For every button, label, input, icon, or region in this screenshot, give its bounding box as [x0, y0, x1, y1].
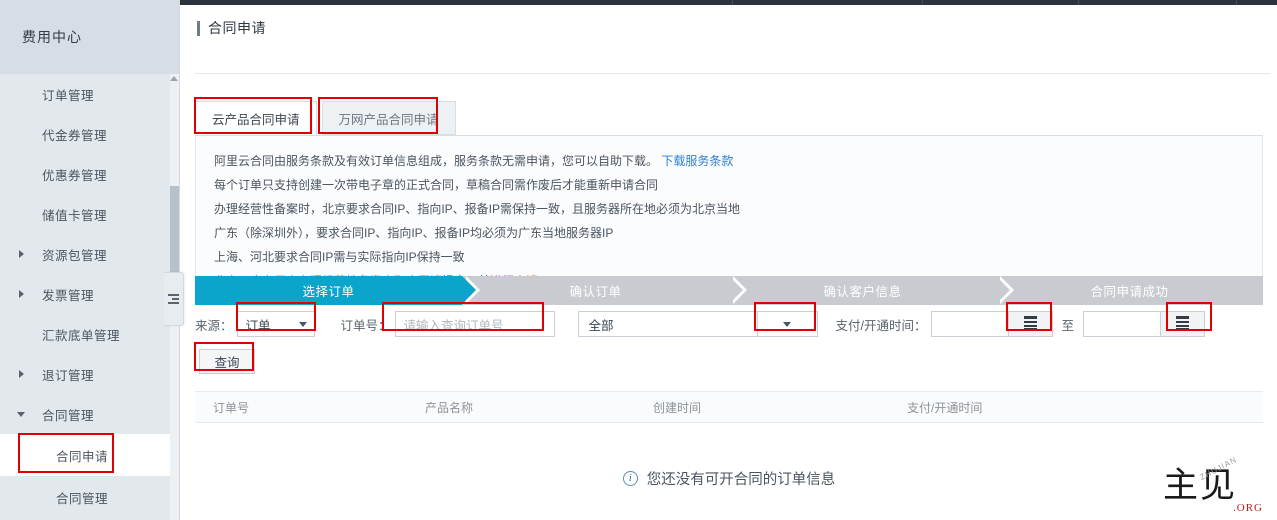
caret-right-icon: [14, 247, 28, 261]
page-title: 合同申请: [208, 20, 266, 36]
sidebar-item-label: 资源包管理: [42, 248, 108, 263]
tab-0[interactable]: 云产品合同申请: [195, 101, 317, 135]
orders-table: 订单号 产品名称 创建时间 支付/开通时间 i 您还没有可开合同的订单信息: [195, 391, 1263, 520]
time-start-input[interactable]: [930, 311, 1009, 337]
status-select-value: 全部: [588, 318, 614, 333]
notice-line-4: 广东（除深圳外），要求合同IP、指向IP、报备IP均必须为广东当地服务器IP: [214, 226, 614, 240]
status-select[interactable]: 全部: [577, 311, 758, 337]
caret-right-icon: [14, 287, 28, 301]
step-3: 合同申请成功: [996, 276, 1263, 305]
order-no-input[interactable]: 请输入查询订单号: [394, 311, 555, 337]
table-column-header: 支付/开通时间: [907, 400, 983, 415]
chevron-down-icon: [298, 321, 307, 327]
sidebar-item-0[interactable]: 订单管理: [0, 74, 179, 114]
sidebar-item-label: 合同管理: [42, 408, 95, 423]
sidebar-item-label: 订单管理: [42, 88, 95, 103]
table-empty-state: i 您还没有可开合同的订单信息: [195, 423, 1263, 520]
sidebar-item-7[interactable]: 退订管理: [0, 354, 179, 394]
collapse-icon: [168, 292, 179, 306]
title-divider: [195, 73, 1277, 74]
sidebar-item-3[interactable]: 储值卡管理: [0, 194, 179, 234]
sidebar-item-2[interactable]: 优惠券管理: [0, 154, 179, 194]
table-column-header: 创建时间: [653, 400, 702, 415]
calendar-icon: [1176, 316, 1190, 332]
notice-line-3: 办理经营性备案时，北京要求合同IP、指向IP、报备IP需保持一致，且服务器所在地…: [214, 202, 741, 216]
sidebar-item-label: 合同管理: [56, 491, 109, 506]
table-column-header: 订单号: [213, 400, 250, 415]
scroll-up-arrow-icon[interactable]: [170, 76, 178, 81]
notice-line-1-text: 阿里云合同由服务条款及有效订单信息组成，服务条款无需申请，您可以自助下载。: [214, 154, 659, 168]
caret-right-icon: [14, 367, 28, 381]
order-no-label: 订单号：: [340, 318, 391, 333]
sidebar-item-9[interactable]: 合同申请: [0, 434, 179, 476]
filter-bar: 来源： 订单 订单号： 请输入查询订单号 全部 支付/开通时间： 至: [195, 306, 1269, 342]
step-0: 选择订单: [195, 276, 480, 305]
page-title-row: 合同申请: [181, 5, 1277, 51]
title-accent-bar: [197, 20, 200, 36]
sidebar-item-label: 发票管理: [42, 288, 95, 303]
time-start-calendar-icon[interactable]: [1008, 311, 1053, 337]
sidebar-item-6[interactable]: 汇款底单管理: [0, 314, 179, 354]
sidebar-item-label: 储值卡管理: [42, 208, 108, 223]
notice-line-5: 上海、河北要求合同IP需与实际指向IP保持一致: [214, 250, 465, 264]
sidebar-collapse-handle[interactable]: [164, 272, 184, 326]
time-end-input[interactable]: [1083, 311, 1162, 337]
source-select[interactable]: 订单: [236, 311, 315, 337]
step-label: 选择订单: [302, 285, 355, 299]
sidebar-item-label: 汇款底单管理: [42, 328, 121, 343]
right-edge-strip: [1270, 10, 1277, 520]
sidebar-item-5[interactable]: 发票管理: [0, 274, 179, 314]
sidebar-item-8[interactable]: 合同管理: [0, 394, 179, 434]
empty-state-message: 您还没有可开合同的订单信息: [646, 471, 836, 488]
notice-line-2: 每个订单只支持创建一次带电子章的正式合同，草稿合同需作废后才能重新申请合同: [214, 178, 659, 192]
watermark: 主见 ZHUJIAN .ORG: [1161, 455, 1265, 516]
download-terms-link[interactable]: 下载服务条款: [661, 154, 733, 168]
calendar-icon: [1023, 316, 1037, 332]
step-label: 确认订单: [569, 285, 622, 299]
sidebar-item-10[interactable]: 合同管理: [0, 476, 179, 518]
sidebar-item-label: 退订管理: [42, 368, 95, 383]
page-root: 费用中心 订单管理代金券管理优惠券管理储值卡管理资源包管理发票管理汇款底单管理退…: [0, 0, 1277, 520]
query-button[interactable]: 查询: [199, 349, 255, 374]
sidebar: 费用中心 订单管理代金券管理优惠券管理储值卡管理资源包管理发票管理汇款底单管理退…: [0, 0, 180, 520]
tab-1[interactable]: 万网产品合同申请: [321, 101, 456, 135]
sidebar-nav: 订单管理代金券管理优惠券管理储值卡管理资源包管理发票管理汇款底单管理 退订管理合同…: [0, 74, 179, 518]
step-1: 确认订单: [462, 276, 747, 305]
sidebar-item-label: 合同申请: [56, 449, 109, 464]
sidebar-item-label: 代金券管理: [42, 128, 108, 143]
status-select-arrow[interactable]: [757, 311, 818, 337]
step-chevron-icon: [462, 276, 476, 304]
time-end-calendar-icon[interactable]: [1161, 311, 1206, 337]
step-label: 确认客户信息: [823, 285, 902, 299]
sidebar-item-4[interactable]: 资源包管理: [0, 234, 179, 274]
step-chevron-icon: [729, 276, 743, 304]
sidebar-header-title: 费用中心: [22, 29, 82, 45]
info-circle-icon: i: [622, 470, 638, 486]
time-label: 支付/开通时间：: [835, 318, 927, 333]
step-label: 合同申请成功: [1090, 285, 1169, 299]
order-no-placeholder: 请输入查询订单号: [403, 318, 504, 333]
sidebar-header: 费用中心: [0, 0, 179, 74]
sidebar-item-label: 优惠券管理: [42, 168, 108, 183]
chevron-down-icon: [783, 321, 792, 327]
tab-bar: 云产品合同申请 万网产品合同申请: [195, 101, 456, 135]
step-chevron-icon: [996, 276, 1010, 304]
table-column-header: 产品名称: [425, 400, 474, 415]
step-progress-bar: 选择订单 确认订单 确认客户信息 合同申请成功: [195, 276, 1263, 305]
step-2: 确认客户信息: [729, 276, 1014, 305]
main-content: 合同申请 云产品合同申请 万网产品合同申请 阿里云合同由服务条款及有效订单信息组成…: [181, 5, 1277, 520]
watermark-org: .ORG: [1233, 502, 1263, 514]
sidebar-item-1[interactable]: 代金券管理: [0, 114, 179, 154]
caret-down-icon: [14, 407, 28, 421]
time-between-label: 至: [1061, 318, 1075, 333]
table-header-row: 订单号 产品名称 创建时间 支付/开通时间: [195, 391, 1263, 423]
notice-line-1: 阿里云合同由服务条款及有效订单信息组成，服务条款无需申请，您可以自助下载。 下载…: [214, 152, 1244, 171]
source-select-value: 订单: [245, 318, 271, 333]
source-label: 来源：: [195, 318, 233, 333]
